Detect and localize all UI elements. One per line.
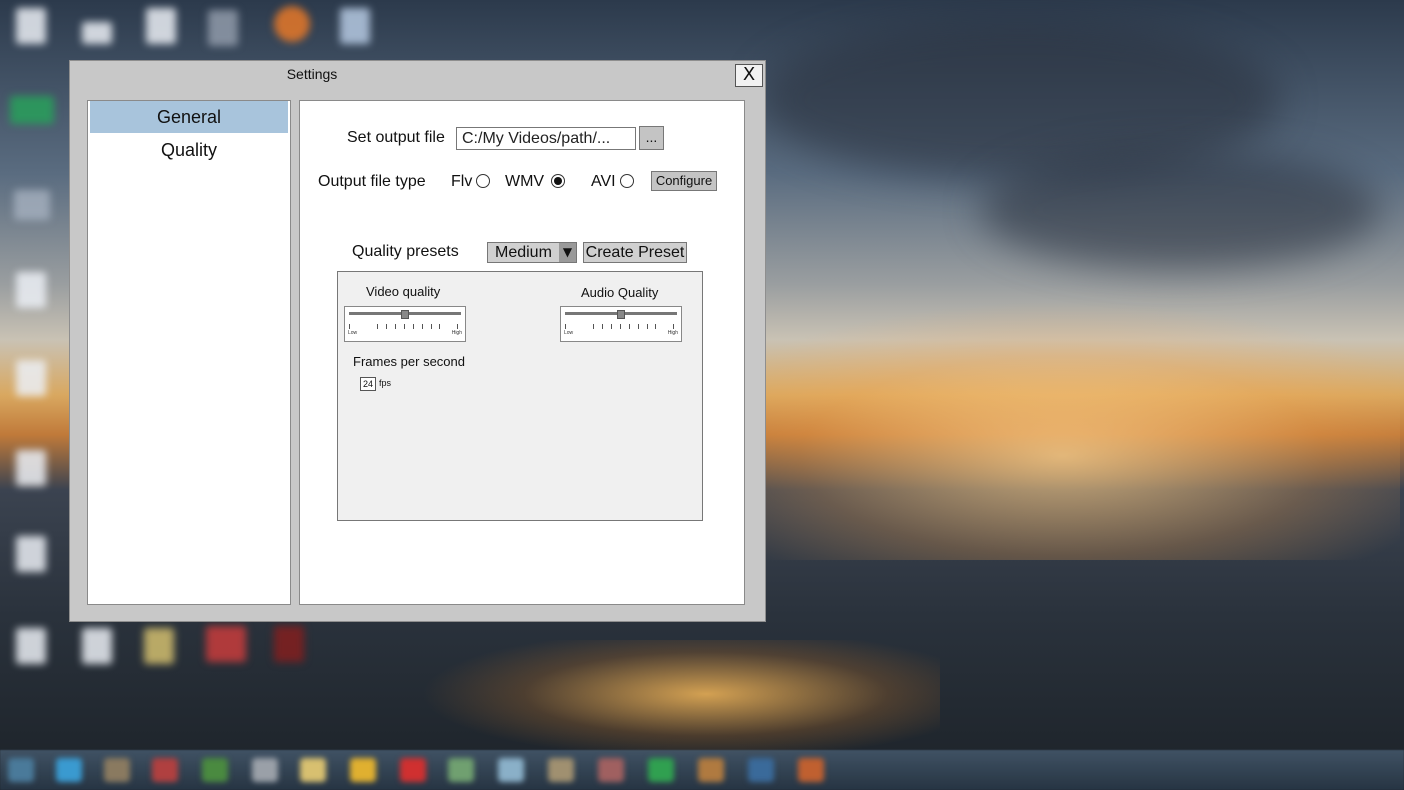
slider-tick (629, 324, 630, 329)
audio-quality-slider[interactable]: Low High (560, 306, 682, 342)
slider-tick (565, 324, 566, 329)
slider-low-label: Low (348, 330, 358, 336)
slider-tick (611, 324, 612, 329)
slider-tick (655, 324, 656, 329)
slider-tick (404, 324, 405, 329)
audio-quality-label: Audio Quality (581, 285, 659, 300)
file-type-label: Output file type (318, 173, 426, 190)
taskbar-icon[interactable] (104, 758, 130, 782)
fps-unit-label: fps (379, 378, 392, 388)
desktop-icon[interactable] (16, 628, 46, 664)
slider-tick (673, 324, 674, 329)
nav-item-quality[interactable]: Quality (90, 134, 288, 166)
quality-presets-label: Quality presets (352, 243, 459, 260)
file-type-flv-label: Flv (451, 173, 473, 190)
taskbar-icon[interactable] (548, 758, 574, 782)
desktop-icon[interactable] (206, 626, 246, 662)
desktop-icon[interactable] (16, 450, 46, 486)
settings-nav: General Quality (87, 100, 291, 605)
desktop-icon[interactable] (208, 10, 238, 46)
slider-tick (439, 324, 440, 329)
output-file-label: Set output file (347, 129, 445, 146)
taskbar-icon[interactable] (8, 758, 34, 782)
slider-tick (593, 324, 594, 329)
cloud (980, 150, 1380, 270)
close-button[interactable]: X (735, 64, 763, 87)
quality-preset-select[interactable]: Medium ▼ (487, 242, 577, 263)
window-title: Settings (286, 66, 338, 82)
slider-tick (638, 324, 639, 329)
taskbar-icon[interactable] (748, 758, 774, 782)
taskbar-icon[interactable] (400, 758, 426, 782)
fps-input[interactable]: 24 (360, 377, 376, 391)
browse-button[interactable]: ... (639, 126, 664, 150)
output-file-field[interactable]: C:/My Videos/path/... (456, 127, 636, 150)
sun-reflection (420, 640, 940, 760)
configure-button[interactable]: Configure (651, 171, 717, 191)
slider-tick (386, 324, 387, 329)
desktop-icon[interactable] (82, 628, 112, 664)
video-quality-label: Video quality (366, 284, 441, 299)
slider-tick (620, 324, 621, 329)
chevron-down-icon[interactable]: ▼ (559, 243, 576, 262)
desktop-icon[interactable] (274, 6, 310, 42)
desktop-icon[interactable] (274, 626, 304, 662)
slider-high-label: High (451, 330, 462, 336)
taskbar-icon[interactable] (798, 758, 824, 782)
desktop-icon[interactable] (144, 628, 174, 664)
title-bar[interactable]: Settings X (70, 61, 765, 90)
taskbar-icon[interactable] (698, 758, 724, 782)
taskbar-icon[interactable] (252, 758, 278, 782)
taskbar-icon[interactable] (56, 758, 82, 782)
slider-low-label: Low (564, 330, 574, 336)
file-type-avi-radio[interactable] (620, 174, 634, 188)
desktop-icon[interactable] (340, 8, 370, 44)
file-type-flv-radio[interactable] (476, 174, 490, 188)
desktop-icon[interactable] (10, 96, 54, 124)
desktop-icon[interactable] (82, 22, 112, 44)
settings-window: Settings X General Quality Set output fi… (69, 60, 766, 622)
video-quality-slider[interactable]: Low High (344, 306, 466, 342)
taskbar-icon[interactable] (648, 758, 674, 782)
desktop-icon[interactable] (16, 536, 46, 572)
slider-tick (395, 324, 396, 329)
slider-tick (602, 324, 603, 329)
slider-tick (377, 324, 378, 329)
slider-tick (647, 324, 648, 329)
nav-item-general[interactable]: General (90, 101, 288, 133)
slider-thumb[interactable] (401, 310, 409, 319)
slider-tick (457, 324, 458, 329)
general-panel: Set output file C:/My Videos/path/... ..… (299, 100, 745, 605)
taskbar-icon[interactable] (202, 758, 228, 782)
desktop-icon[interactable] (146, 8, 176, 44)
taskbar-icon[interactable] (350, 758, 376, 782)
create-preset-button[interactable]: Create Preset (583, 242, 687, 263)
taskbar-icon[interactable] (448, 758, 474, 782)
file-type-avi-label: AVI (591, 173, 616, 190)
quality-group: Video quality Low High Audio Quality Low… (337, 271, 703, 521)
slider-tick (431, 324, 432, 329)
slider-tick (413, 324, 414, 329)
fps-label: Frames per second (353, 354, 465, 369)
taskbar-icon[interactable] (598, 758, 624, 782)
slider-tick (422, 324, 423, 329)
desktop-icon[interactable] (16, 272, 46, 308)
file-type-wmv-label: WMV (505, 173, 545, 190)
desktop-icon[interactable] (16, 360, 46, 396)
slider-high-label: High (667, 330, 678, 336)
taskbar-icon[interactable] (152, 758, 178, 782)
taskbar-icon[interactable] (498, 758, 524, 782)
desktop-icon[interactable] (16, 8, 46, 44)
preset-selected-value: Medium (495, 244, 552, 261)
file-type-wmv-radio[interactable] (551, 174, 565, 188)
taskbar-icon[interactable] (300, 758, 326, 782)
desktop-icon[interactable] (14, 190, 50, 220)
slider-thumb[interactable] (617, 310, 625, 319)
slider-tick (349, 324, 350, 329)
